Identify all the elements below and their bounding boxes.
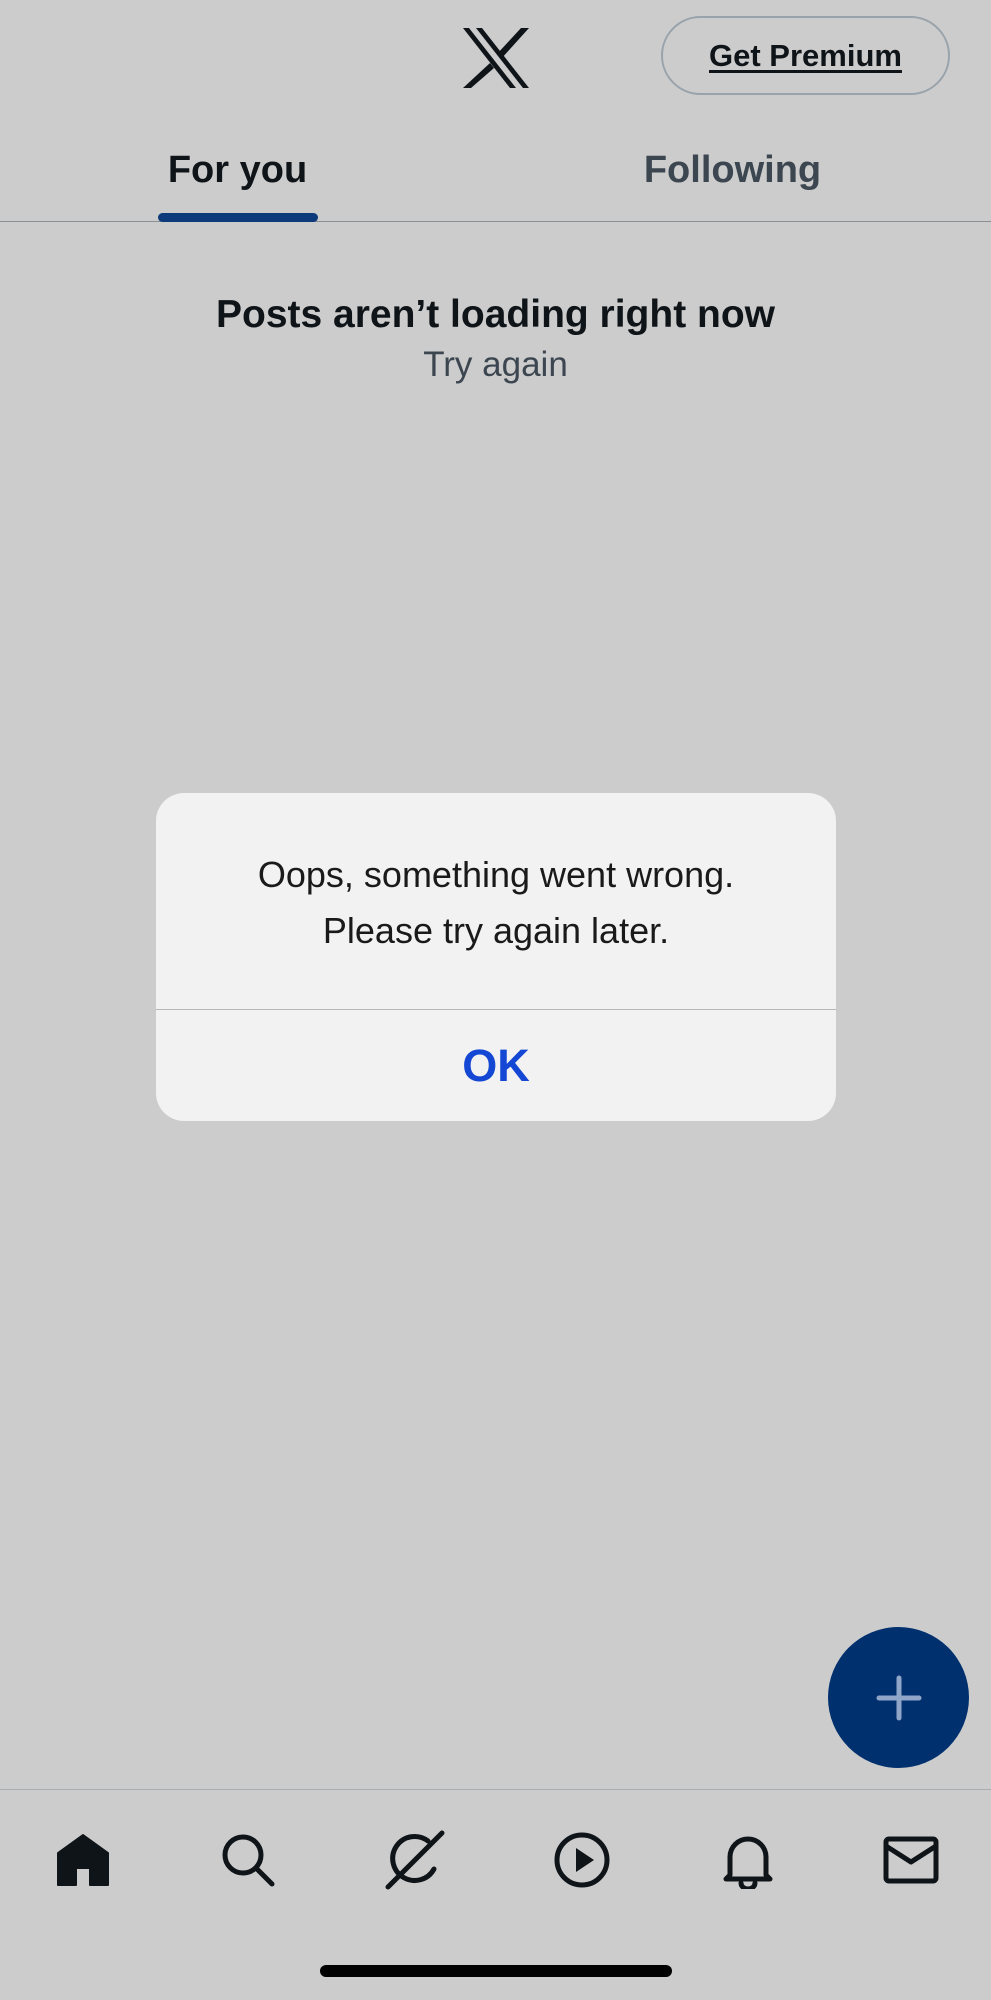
active-tab-indicator: [158, 213, 318, 222]
try-again-link[interactable]: Try again: [0, 345, 991, 385]
nav-video[interactable]: [542, 1820, 622, 1900]
tab-following[interactable]: Following: [620, 140, 845, 200]
nav-grok[interactable]: [375, 1820, 455, 1900]
nav-messages[interactable]: [871, 1820, 951, 1900]
home-indicator-bar: [320, 1965, 672, 1977]
error-alert-dialog: Oops, something went wrong. Please try a…: [156, 793, 836, 1121]
mail-icon: [883, 1836, 939, 1884]
get-premium-button[interactable]: Get Premium: [661, 16, 950, 95]
search-icon: [222, 1834, 275, 1887]
top-header: Get Premium For you Following: [0, 0, 991, 222]
home-icon: [57, 1834, 109, 1886]
plus-icon: [876, 1675, 921, 1720]
bell-icon: [723, 1836, 773, 1889]
nav-search[interactable]: [208, 1820, 288, 1900]
nav-notifications[interactable]: [708, 1820, 788, 1900]
feed-error-title: Posts aren’t loading right now: [215, 293, 776, 336]
alert-message-line-2: Please try again later.: [322, 910, 670, 951]
alert-message: Oops, something went wrong. Please try a…: [156, 793, 836, 1009]
compose-post-button[interactable]: [828, 1627, 969, 1768]
alert-message-line-1: Oops, something went wrong.: [257, 854, 735, 895]
nav-home[interactable]: [43, 1820, 123, 1900]
video-play-icon: [554, 1832, 610, 1888]
x-logo-icon[interactable]: [463, 28, 529, 88]
tab-for-you[interactable]: For you: [140, 140, 335, 200]
grok-icon: [385, 1830, 445, 1890]
alert-ok-button[interactable]: OK: [156, 1010, 836, 1121]
